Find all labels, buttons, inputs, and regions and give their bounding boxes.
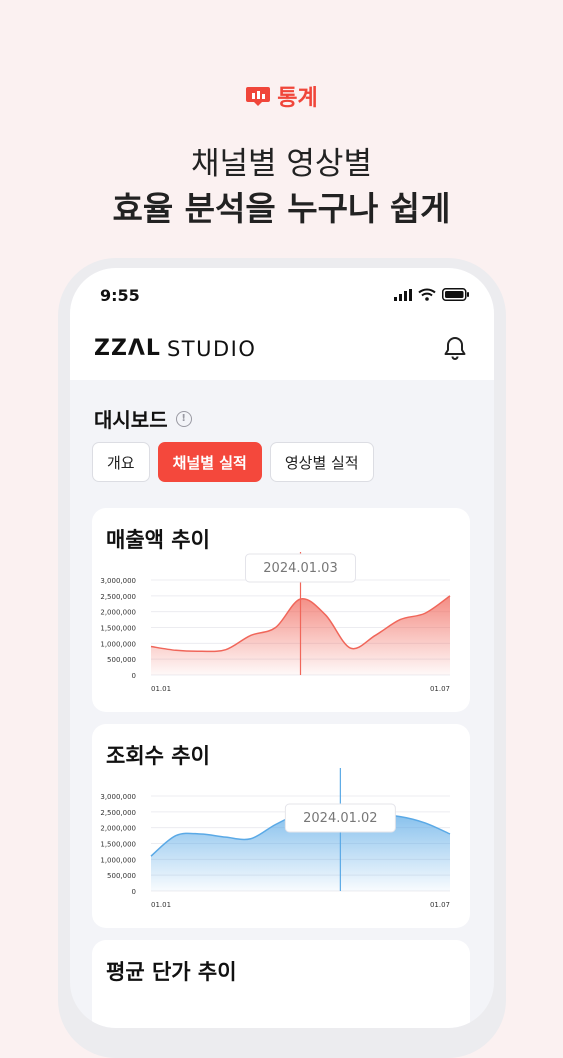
avg-price-card-title: 평균 단가 추이 [106, 956, 237, 986]
x-tick-label: 01.01 [151, 901, 171, 909]
logo-mark: ZZΛL [94, 336, 161, 361]
views-card: 조회수 추이 3,000,0002,500,0002,000,0001,500,… [92, 724, 470, 928]
signal-icon [394, 289, 412, 301]
tab-overview[interactable]: 개요 [92, 442, 150, 482]
y-tick-label: 1,500,000 [100, 625, 136, 633]
hero-tag-label: 통계 [277, 80, 317, 112]
x-tick-label: 01.07 [430, 901, 450, 909]
dashboard-title: 대시보드 ! [94, 404, 192, 433]
app-header: ZZΛL STUDIO [70, 318, 494, 380]
bell-icon[interactable] [442, 335, 468, 361]
x-tick-label: 01.01 [151, 685, 171, 693]
hero-headline-1: 채널별 영상별 [0, 138, 563, 183]
app-logo[interactable]: ZZΛL STUDIO [94, 336, 256, 361]
logo-text: STUDIO [167, 337, 256, 361]
tab-channel-performance[interactable]: 채널별 실적 [158, 442, 262, 482]
y-tick-label: 3,000,000 [100, 577, 136, 585]
tooltip-label: 2024.01.03 [263, 561, 337, 576]
y-tick-label: 500,000 [107, 656, 136, 664]
views-chart: 3,000,000 2,500,000 2,000,000 1,500,000 1,00… [92, 724, 470, 928]
wifi-icon [418, 288, 436, 301]
avg-price-card: 평균 단가 추이 [92, 940, 470, 1028]
y-tick-label: 3,000,000 [100, 793, 136, 801]
tab-bar: 개요 채널별 실적 영상별 실적 [92, 442, 374, 482]
y-tick-label: 0 [132, 888, 136, 896]
y-tick-label: 1,000,000 [100, 640, 136, 648]
y-tick-label: 2,500,000 [100, 809, 136, 817]
battery-icon [442, 288, 470, 301]
chat-chart-icon [245, 84, 271, 108]
y-tick-label: 2,500,000 [100, 593, 136, 601]
y-tick-label: 2,000,000 [100, 825, 136, 833]
y-tick-label: 2,000,000 [100, 609, 136, 617]
y-tick-label: 0 [132, 672, 136, 680]
info-icon[interactable]: ! [176, 411, 192, 427]
tab-video-performance[interactable]: 영상별 실적 [270, 442, 374, 482]
y-tick-label: 1,000,000 [100, 856, 136, 864]
status-time: 9:55 [100, 286, 140, 305]
hero-tag: 통계 [0, 80, 563, 112]
status-bar: 9:55 [70, 268, 494, 318]
tooltip-label: 2024.01.02 [303, 811, 377, 826]
revenue-chart: 3,000,000 2,500,000 2,000,000 1,500,000 1,00… [92, 508, 470, 712]
x-tick-label: 01.07 [430, 685, 450, 693]
hero-headline-2: 효율 분석을 누구나 쉽게 [0, 182, 563, 230]
phone-screen: 9:55 ZZΛL STUDIO [70, 268, 494, 1028]
status-icons [394, 288, 470, 301]
y-tick-label: 1,500,000 [100, 841, 136, 849]
revenue-card: 매출액 추이 3,000,0002,500,0002,000,0001,500,… [92, 508, 470, 712]
dashboard-title-text: 대시보드 [94, 404, 168, 433]
y-tick-label: 500,000 [107, 872, 136, 880]
